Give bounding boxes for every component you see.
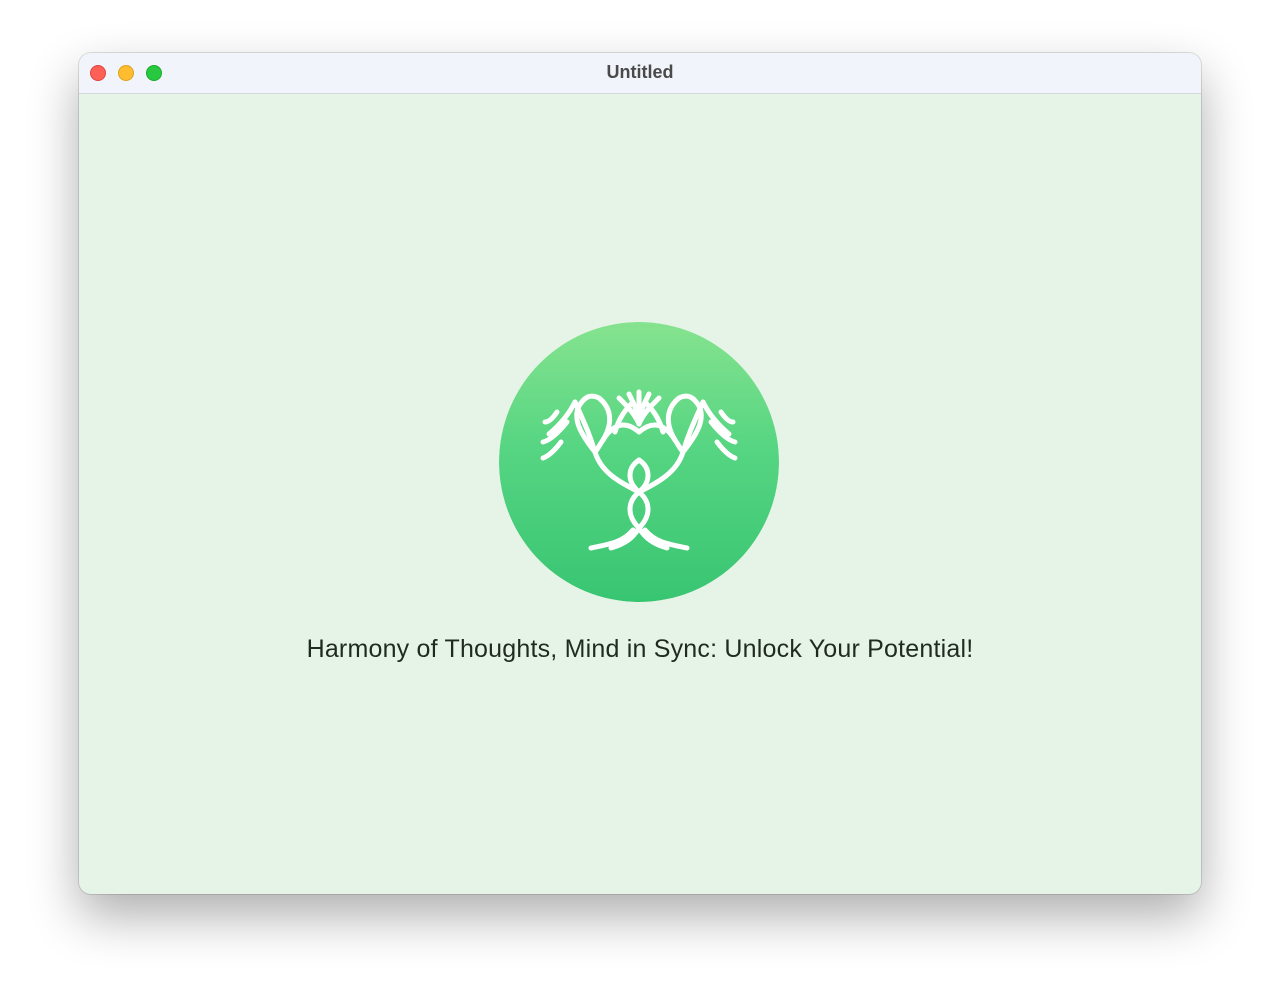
app-window: Untitled Harmony of Thoughts, Mind in Sy…: [79, 53, 1201, 894]
main-content: Harmony of Thoughts, Mind in Sync: Unloc…: [79, 94, 1201, 894]
window-title: Untitled: [606, 62, 674, 82]
title-bar: Untitled: [79, 53, 1201, 94]
app-logo: [499, 322, 779, 602]
tree-icon: [499, 322, 779, 602]
tagline: Harmony of Thoughts, Mind in Sync: Unloc…: [306, 635, 974, 663]
